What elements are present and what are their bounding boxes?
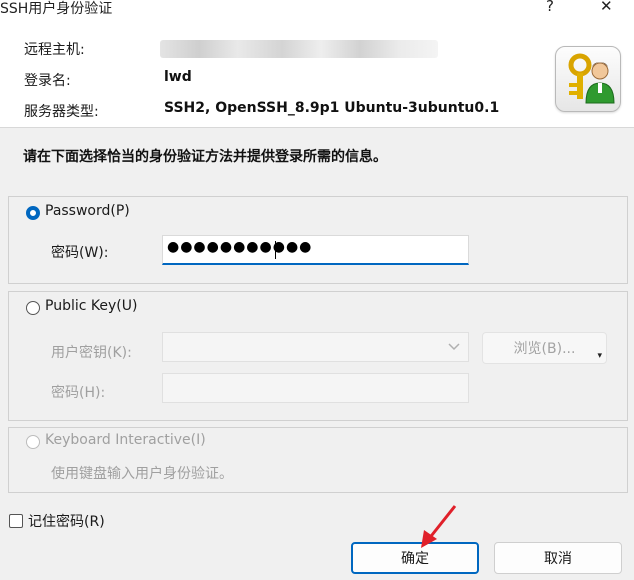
instruction-text: 请在下面选择恰当的身份验证方法并提供登录所需的信息。 (23, 149, 387, 165)
remember-password-checkbox[interactable] (9, 514, 23, 528)
server-type-value: SSH2, OpenSSH_8.9p1 Ubuntu-3ubuntu0.1 (164, 100, 500, 116)
login-name-value: lwd (164, 69, 192, 85)
browse-button[interactable]: 浏览(B)... ▾ (482, 332, 607, 364)
keyboard-description: 使用键盘输入用户身份验证。 (51, 466, 233, 482)
chevron-down-icon (448, 343, 460, 351)
login-name-label: 登录名: (24, 73, 71, 89)
keyboard-radio[interactable] (26, 435, 40, 449)
user-key-select[interactable] (162, 332, 469, 362)
password-input-value: ●●●●●●●●●●● (167, 239, 313, 255)
user-key-icon (555, 46, 621, 112)
server-type-label: 服务器类型: (24, 104, 99, 120)
cancel-button-label: 取消 (544, 551, 572, 567)
passphrase-label: 密码(H): (51, 385, 106, 401)
remote-host-value-redacted (160, 40, 438, 58)
keyboard-radio-label[interactable]: Keyboard Interactive(I) (45, 432, 206, 448)
title-bar: SSH用户身份验证 ? ✕ (0, 0, 634, 18)
publickey-radio-label[interactable]: Public Key(U) (45, 298, 137, 314)
cancel-button[interactable]: 取消 (494, 542, 622, 574)
window-title: SSH用户身份验证 (0, 1, 113, 17)
close-icon[interactable]: ✕ (600, 0, 613, 15)
annotation-arrow-icon (421, 505, 457, 548)
browse-button-label: 浏览(B)... (513, 341, 576, 357)
password-radio-label[interactable]: Password(P) (45, 203, 130, 219)
publickey-radio[interactable] (26, 301, 40, 315)
dropdown-dot-icon: ▾ (597, 351, 602, 361)
help-icon[interactable]: ? (546, 0, 554, 15)
keyboard-method-group: Keyboard Interactive(I) 使用键盘输入用户身份验证。 (8, 427, 628, 493)
text-caret (275, 241, 276, 259)
password-method-group: Password(P) 密码(W): ●●●●●●●●●●● (8, 196, 628, 284)
connection-info-panel: 远程主机: 登录名: lwd 服务器类型: SSH2, OpenSSH_8.9p… (0, 18, 634, 128)
password-field-label: 密码(W): (51, 245, 109, 261)
remote-host-label: 远程主机: (24, 42, 85, 58)
passphrase-input[interactable] (162, 373, 469, 403)
remember-password-label[interactable]: 记住密码(R) (28, 511, 105, 531)
publickey-method-group: Public Key(U) 用户密钥(K): 浏览(B)... ▾ 密码(H): (8, 291, 628, 421)
user-key-label: 用户密钥(K): (51, 345, 132, 361)
password-radio[interactable] (26, 206, 40, 220)
password-input[interactable]: ●●●●●●●●●●● (162, 235, 469, 265)
